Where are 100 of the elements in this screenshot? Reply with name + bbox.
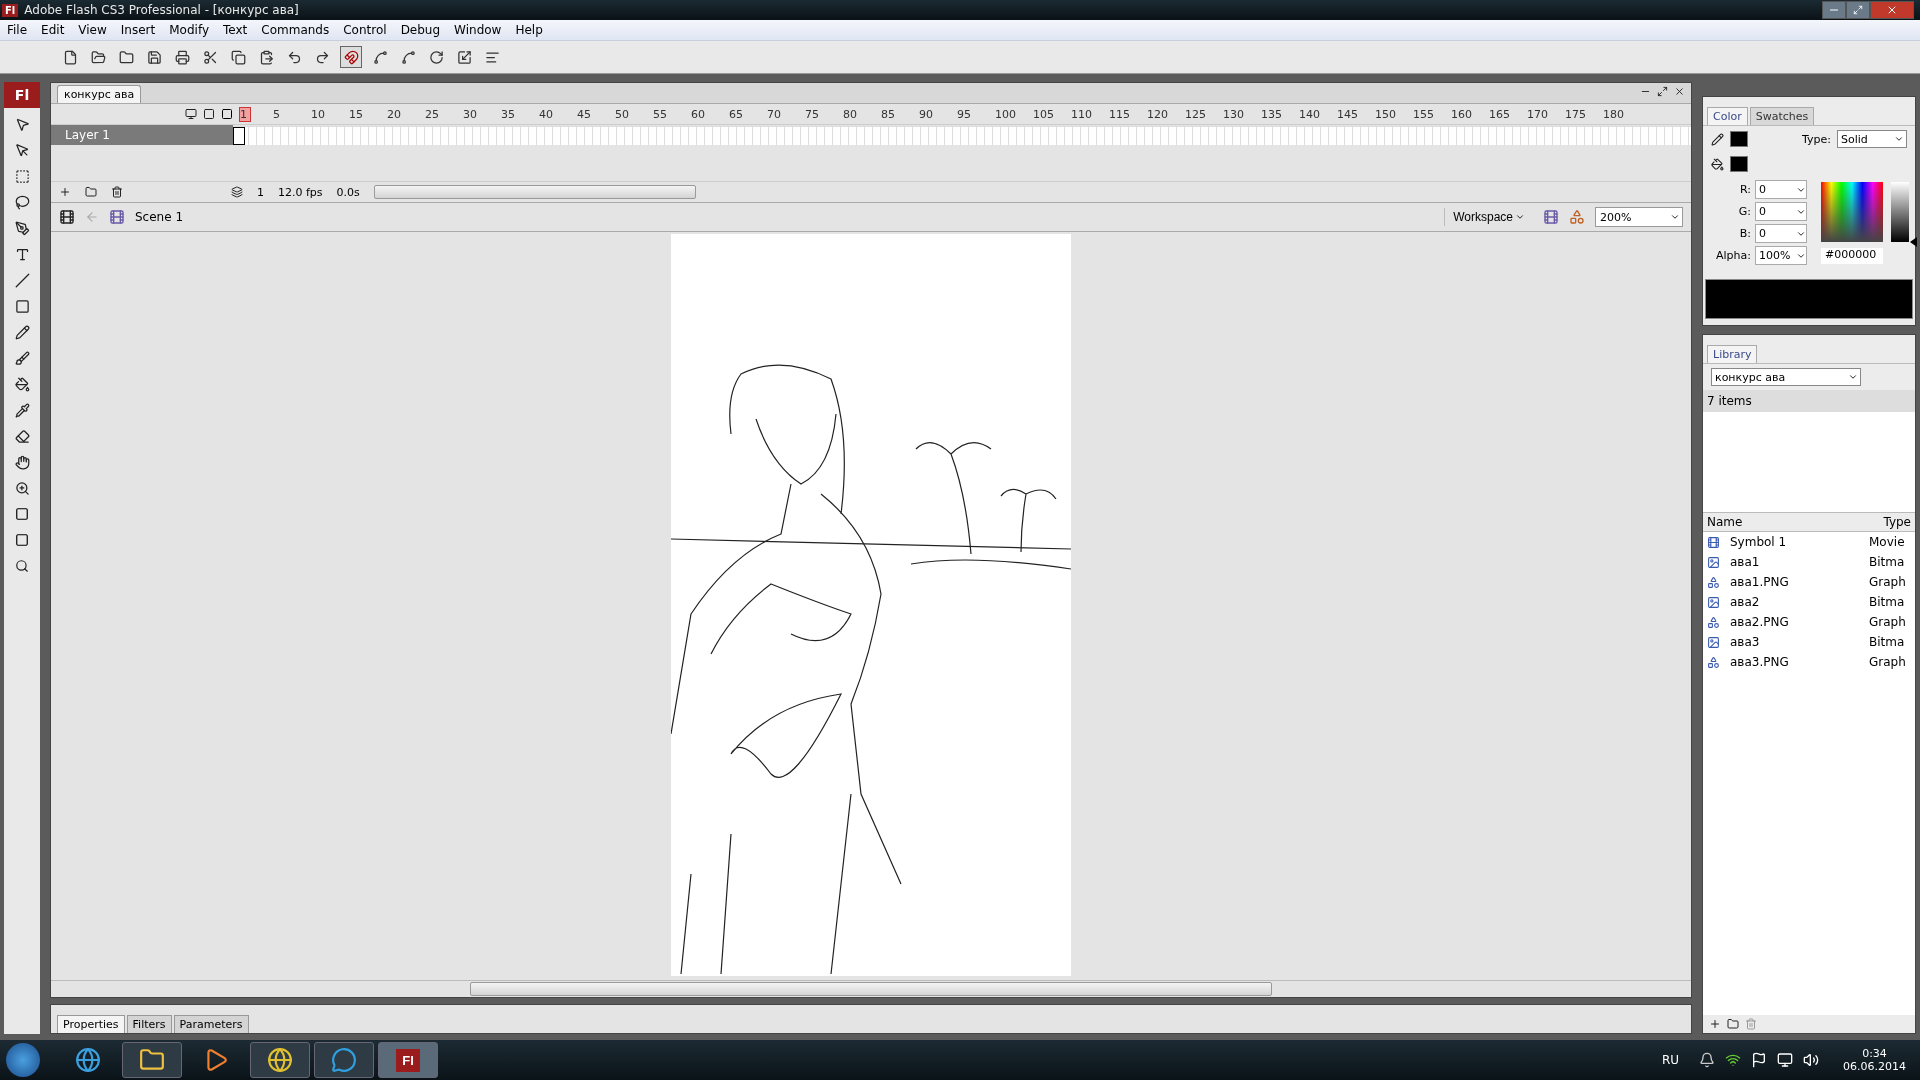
library-item[interactable]: ава3.PNG (1730, 655, 1859, 669)
frame-number: 5 (273, 107, 281, 121)
fill-swatch[interactable] (1730, 156, 1748, 172)
document-tab[interactable]: конкурс ава (57, 85, 142, 103)
column-header[interactable]: Type (1883, 515, 1911, 529)
folder-icon (1727, 1018, 1739, 1030)
library-item[interactable]: ава1 (1730, 555, 1859, 569)
redo-icon (314, 49, 330, 65)
volume-icon (1803, 1052, 1819, 1068)
panel-tab[interactable]: Swatches (1749, 107, 1815, 125)
folder-icon (139, 1047, 165, 1073)
shapes-icon (1707, 655, 1720, 669)
frame-number: 135 (1261, 107, 1283, 121)
start-button[interactable] (6, 1043, 40, 1077)
column-header[interactable]: Name (1707, 515, 1743, 529)
menu-item[interactable]: Control (336, 23, 394, 37)
globe-icon (75, 1047, 101, 1073)
flag-icon (1751, 1052, 1767, 1068)
pencil-icon (14, 324, 30, 340)
panel-tab[interactable]: Color (1707, 107, 1748, 125)
menu-item[interactable]: Modify (162, 23, 216, 37)
scrollbar-thumb[interactable] (373, 185, 696, 199)
panel-tab[interactable]: Properties (57, 1015, 125, 1033)
frame-number: 100 (995, 107, 1017, 121)
frame-number: 90 (919, 107, 934, 121)
slider-thumb[interactable] (1910, 236, 1917, 247)
frame-number: 20 (387, 107, 402, 121)
frame-number: 75 (805, 107, 820, 121)
image-icon (1707, 555, 1720, 569)
trash-icon (111, 186, 123, 198)
library-item[interactable]: Symbol 1 (1730, 535, 1859, 549)
item-count: 7 items (1703, 390, 1915, 412)
menu-item[interactable]: Text (216, 23, 255, 37)
menu-item[interactable]: File (0, 23, 35, 37)
image-icon (1707, 635, 1720, 649)
menu-item[interactable]: Insert (113, 23, 163, 37)
menu-item[interactable]: Edit (34, 23, 72, 37)
type-dropdown[interactable]: Solid (1837, 130, 1907, 148)
close-icon (1886, 4, 1898, 16)
app-logo: Fl (2, 3, 19, 17)
hex-field[interactable]: #000000 (1821, 247, 1883, 264)
text-tool-icon (14, 246, 30, 262)
taskbar-app[interactable] (122, 1042, 182, 1078)
library-item[interactable]: ава2.PNG (1730, 615, 1859, 629)
language-indicator[interactable]: RU (1661, 1053, 1679, 1067)
channel-field[interactable]: 0 (1755, 224, 1807, 243)
scrollbar-thumb[interactable] (470, 982, 1272, 996)
caret-icon (1848, 372, 1858, 382)
taskbar-app[interactable] (314, 1042, 374, 1078)
library-item[interactable]: ава1.PNG (1730, 575, 1859, 589)
library-dropdown[interactable]: конкурс ава (1711, 368, 1861, 386)
color-spectrum[interactable] (1821, 181, 1883, 242)
zoom-dropdown[interactable]: 200% (1595, 207, 1683, 227)
back-icon (85, 210, 99, 224)
frame-number: 30 (463, 107, 478, 121)
close-icon (1674, 86, 1685, 97)
layer-row[interactable]: Layer 1 (51, 125, 233, 145)
frame-number: 95 (957, 107, 972, 121)
frame-number: 70 (767, 107, 782, 121)
channel-label: G: (1737, 205, 1752, 218)
menu-item[interactable]: Commands (254, 23, 337, 37)
stroke-swatch[interactable] (1730, 131, 1748, 147)
panel-tab[interactable]: Parameters (173, 1015, 249, 1033)
workspace-button[interactable]: Workspace (1444, 208, 1533, 226)
menu-item[interactable]: Help (508, 23, 550, 37)
globe-icon (267, 1047, 293, 1073)
item-type: Graph (1869, 575, 1907, 589)
channel-field[interactable]: 100% (1755, 246, 1807, 265)
library-item[interactable]: ава3 (1730, 635, 1859, 649)
item-type: Bitma (1869, 555, 1906, 569)
type-label: Type: (1802, 132, 1831, 146)
taskbar-app[interactable] (250, 1042, 310, 1078)
restore-icon (1657, 86, 1668, 97)
magnet-icon (343, 49, 359, 65)
clock[interactable]: 0:34 06.06.2014 (1843, 1047, 1906, 1073)
frame-number: 125 (1185, 107, 1207, 121)
panel-tab[interactable]: Filters (126, 1015, 172, 1033)
minimize-button[interactable] (1822, 1, 1846, 19)
scissors-icon (202, 49, 218, 65)
frame-number: 50 (615, 107, 630, 121)
app-logo: Fl (4, 82, 40, 108)
caret-icon (1670, 212, 1680, 222)
bucket-icon (1711, 157, 1724, 171)
menu-item[interactable]: View (71, 23, 114, 37)
elapsed-time: 0.0s (336, 185, 360, 199)
undo-icon (286, 49, 302, 65)
frame-number: 110 (1071, 107, 1093, 121)
pencil-icon (1711, 132, 1724, 146)
channel-field[interactable]: 0 (1755, 202, 1807, 221)
scale-icon (456, 49, 472, 65)
taskbar-app[interactable]: Fl (378, 1042, 438, 1078)
frame-number: 85 (881, 107, 896, 121)
arrow-icon (14, 116, 30, 132)
trash-icon (1745, 1018, 1757, 1030)
channel-field[interactable]: 0 (1755, 180, 1807, 199)
menu-item[interactable]: Debug (393, 23, 448, 37)
library-item[interactable]: ава2 (1730, 595, 1859, 609)
menu-item[interactable]: Window (447, 23, 509, 37)
maximize-button[interactable] (1846, 1, 1870, 19)
panel-tab[interactable]: Library (1707, 345, 1758, 363)
